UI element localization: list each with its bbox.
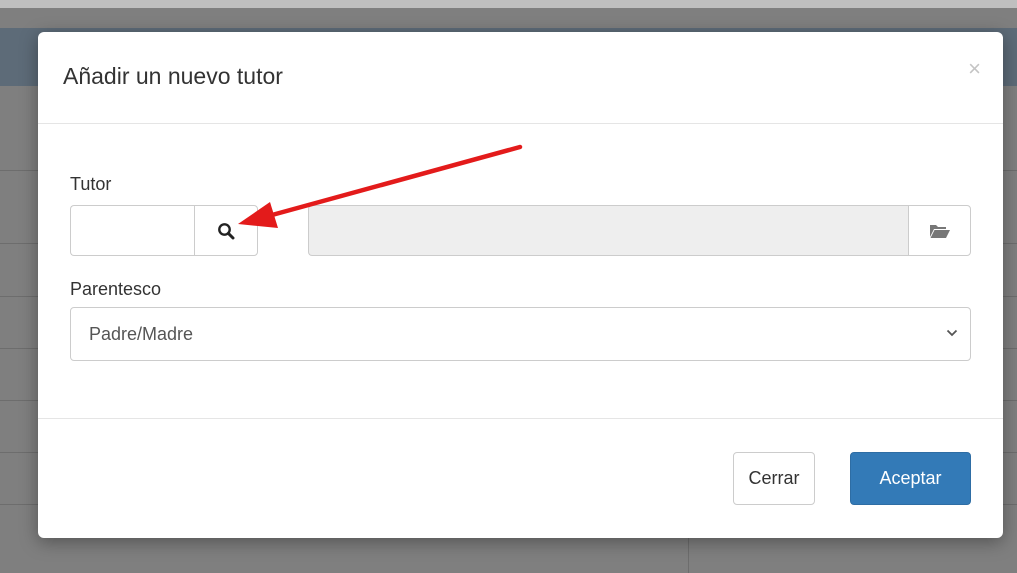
tutor-label: Tutor xyxy=(70,174,112,194)
browse-tutor-button[interactable] xyxy=(908,205,971,256)
modal-footer: Cerrar Aceptar xyxy=(38,419,1003,538)
tutor-name-display xyxy=(308,205,908,256)
search-tutor-button[interactable] xyxy=(194,205,258,256)
tutor-id-input[interactable] xyxy=(70,205,194,256)
chevron-down-icon xyxy=(946,329,958,337)
close-icon[interactable]: × xyxy=(968,58,981,80)
backdrop-top-strip xyxy=(0,0,1017,8)
modal-header: Añadir un nuevo tutor × xyxy=(38,32,1003,124)
cancel-button[interactable]: Cerrar xyxy=(733,452,815,505)
parentesco-selected-value: Padre/Madre xyxy=(89,324,194,344)
add-tutor-modal: Añadir un nuevo tutor × Tutor Parentesco… xyxy=(38,32,1003,538)
modal-body: Tutor Parentesco Padre/Madre xyxy=(38,124,1003,419)
parentesco-select[interactable]: Padre/Madre xyxy=(70,307,971,361)
parentesco-label: Parentesco xyxy=(70,279,162,299)
search-icon xyxy=(218,222,235,239)
modal-title: Añadir un nuevo tutor xyxy=(63,63,283,89)
accept-button[interactable]: Aceptar xyxy=(850,452,971,505)
folder-open-icon xyxy=(929,224,950,238)
